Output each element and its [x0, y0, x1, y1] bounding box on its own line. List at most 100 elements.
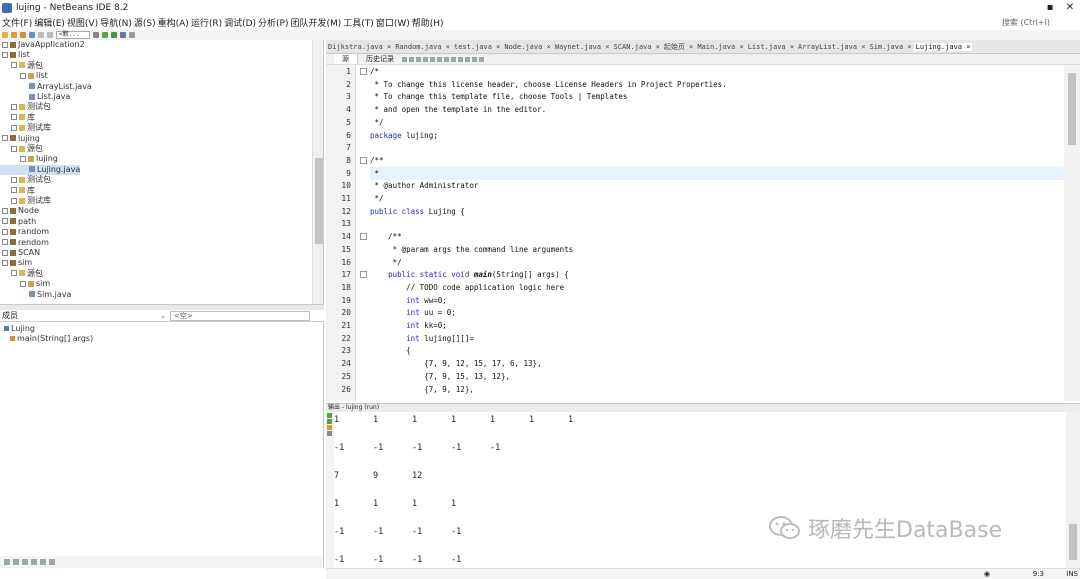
expand-icon[interactable]: [11, 197, 17, 204]
filter-nonpublic-icon[interactable]: [22, 559, 28, 565]
expand-icon[interactable]: [11, 114, 17, 121]
editor-tab[interactable]: Lujing.java ×: [913, 42, 973, 51]
forward-icon[interactable]: [409, 56, 414, 62]
project-tree-item[interactable]: 测试包: [0, 175, 51, 185]
editor-tab[interactable]: test.java ×: [452, 43, 502, 51]
project-tree-item[interactable]: sim: [0, 279, 50, 289]
comment-icon[interactable]: [458, 56, 463, 62]
new-project-icon[interactable]: [2, 32, 8, 38]
fold-toggle-icon[interactable]: [360, 271, 367, 279]
navigator-item[interactable]: Lujing: [0, 324, 35, 334]
undo-icon[interactable]: [38, 32, 44, 38]
find-next-icon[interactable]: [430, 56, 435, 62]
editor-tab[interactable]: Sim.java ×: [867, 43, 913, 51]
editor-scrollbar[interactable]: [1064, 65, 1080, 401]
expand-icon[interactable]: [2, 218, 8, 225]
build-icon[interactable]: [102, 32, 108, 38]
fold-toggle-icon[interactable]: [360, 156, 367, 164]
editor-tab[interactable]: SCAN.java ×: [612, 43, 662, 51]
project-tree-item[interactable]: list: [0, 50, 30, 60]
filter-fields-icon[interactable]: [4, 559, 10, 565]
filter-static-icon[interactable]: [13, 559, 19, 565]
restore-window-button[interactable]: ▪: [1040, 0, 1060, 15]
toggle-bookmark-icon[interactable]: [437, 56, 442, 62]
scrollbar-thumb[interactable]: [1068, 73, 1076, 145]
close-window-button[interactable]: ✕: [1060, 0, 1080, 15]
stop-macro-icon[interactable]: [479, 56, 484, 62]
project-tree-item[interactable]: JavaApplication2: [0, 40, 85, 50]
save-all-icon[interactable]: [29, 32, 35, 38]
search-input[interactable]: 搜索 (Ctrl+I): [1002, 17, 1050, 28]
expand-icon[interactable]: [2, 228, 8, 235]
menu-item[interactable]: 帮助(H): [412, 16, 444, 29]
project-tree-item[interactable]: 测试库: [0, 123, 51, 133]
configuration-select[interactable]: <默...: [56, 31, 90, 39]
profile-icon[interactable]: [129, 32, 135, 38]
debug-icon[interactable]: [120, 32, 126, 38]
expand-icon[interactable]: [11, 187, 17, 194]
sort-source-icon[interactable]: [49, 559, 55, 565]
shift-left-icon[interactable]: [444, 56, 449, 62]
menu-item[interactable]: 调试(D): [224, 16, 256, 29]
filter-inherited-icon[interactable]: [31, 559, 37, 565]
menu-item[interactable]: 分析(P): [258, 16, 288, 29]
editor-tab[interactable]: 起始页 ×: [662, 42, 695, 52]
open-project-icon[interactable]: [20, 32, 26, 38]
editor-tab[interactable]: Random.java ×: [393, 43, 452, 51]
back-icon[interactable]: [402, 56, 407, 62]
output-settings-icon[interactable]: [327, 431, 332, 436]
fold-toggle-icon[interactable]: [360, 68, 367, 75]
uncomment-icon[interactable]: [465, 56, 470, 62]
chevron-down-icon[interactable]: ⌄: [160, 312, 170, 320]
members-view-label[interactable]: 成员: [0, 310, 160, 321]
collapse-icon[interactable]: [11, 145, 17, 152]
collapse-icon[interactable]: [2, 51, 8, 58]
project-tree-item[interactable]: List.java: [0, 92, 70, 102]
project-tree-item[interactable]: sim: [0, 258, 32, 268]
collapse-icon[interactable]: [2, 259, 8, 266]
editor-tab[interactable]: Waynet.java ×: [553, 43, 612, 51]
stop-icon[interactable]: [327, 425, 332, 430]
editor-tab[interactable]: Node.java ×: [502, 43, 552, 51]
expand-icon[interactable]: [2, 239, 8, 246]
scrollbar-thumb[interactable]: [1069, 524, 1077, 560]
editor-tab[interactable]: Main.java ×: [695, 43, 745, 51]
project-tree-item[interactable]: rendom: [0, 238, 49, 248]
project-tree-item[interactable]: 测试库: [0, 196, 51, 206]
navigator-filter-select[interactable]: <空>: [170, 310, 310, 321]
expand-icon[interactable]: [2, 207, 8, 214]
history-view-button[interactable]: 历史记录: [358, 54, 402, 64]
collapse-icon[interactable]: [11, 270, 17, 277]
menu-item[interactable]: 团队开发(M): [291, 16, 342, 29]
expand-icon[interactable]: [2, 249, 8, 256]
notification-icon[interactable]: ◉: [984, 570, 990, 578]
menu-item[interactable]: 窗口(W): [376, 16, 410, 29]
collapse-icon[interactable]: [2, 41, 8, 48]
navigator-item[interactable]: main(String[] args): [0, 334, 93, 344]
code-editor[interactable]: 1 2 3 4 5 6 7 8 9 10 11 12 13 14 15 16 17 18 19 20 21 22 23 24 2…: [326, 65, 1080, 401]
project-tree-item[interactable]: 源包: [0, 269, 43, 279]
project-tree-item[interactable]: 库: [0, 113, 35, 123]
project-tree-item[interactable]: Lujing.java: [0, 164, 81, 175]
fold-toggle-icon[interactable]: [360, 233, 367, 241]
project-tree-item[interactable]: list: [0, 71, 48, 81]
collapse-icon[interactable]: [2, 135, 8, 142]
output-scrollbar[interactable]: [1066, 412, 1080, 568]
project-tree-item[interactable]: random: [0, 227, 49, 237]
project-tree-item[interactable]: 源包: [0, 61, 43, 71]
project-tree-item[interactable]: ArrayList.java: [0, 82, 92, 92]
find-prev-icon[interactable]: [423, 56, 428, 62]
project-tree-item[interactable]: path: [0, 217, 36, 227]
expand-icon[interactable]: [11, 176, 17, 183]
shift-right-icon[interactable]: [451, 56, 456, 62]
redo-icon[interactable]: [47, 32, 53, 38]
menu-item[interactable]: 文件(F): [2, 16, 32, 29]
rerun-options-icon[interactable]: [327, 419, 332, 424]
expand-icon[interactable]: [11, 124, 17, 131]
search-box[interactable]: 搜索 (Ctrl+I): [1002, 15, 1050, 29]
code-area[interactable]: /* * To change this license header, choo…: [370, 65, 1064, 401]
menu-item[interactable]: 工具(T): [343, 16, 374, 29]
project-tree-item[interactable]: lujing: [0, 134, 40, 144]
menu-item[interactable]: 源(S): [134, 16, 156, 29]
rerun-icon[interactable]: [327, 413, 332, 418]
